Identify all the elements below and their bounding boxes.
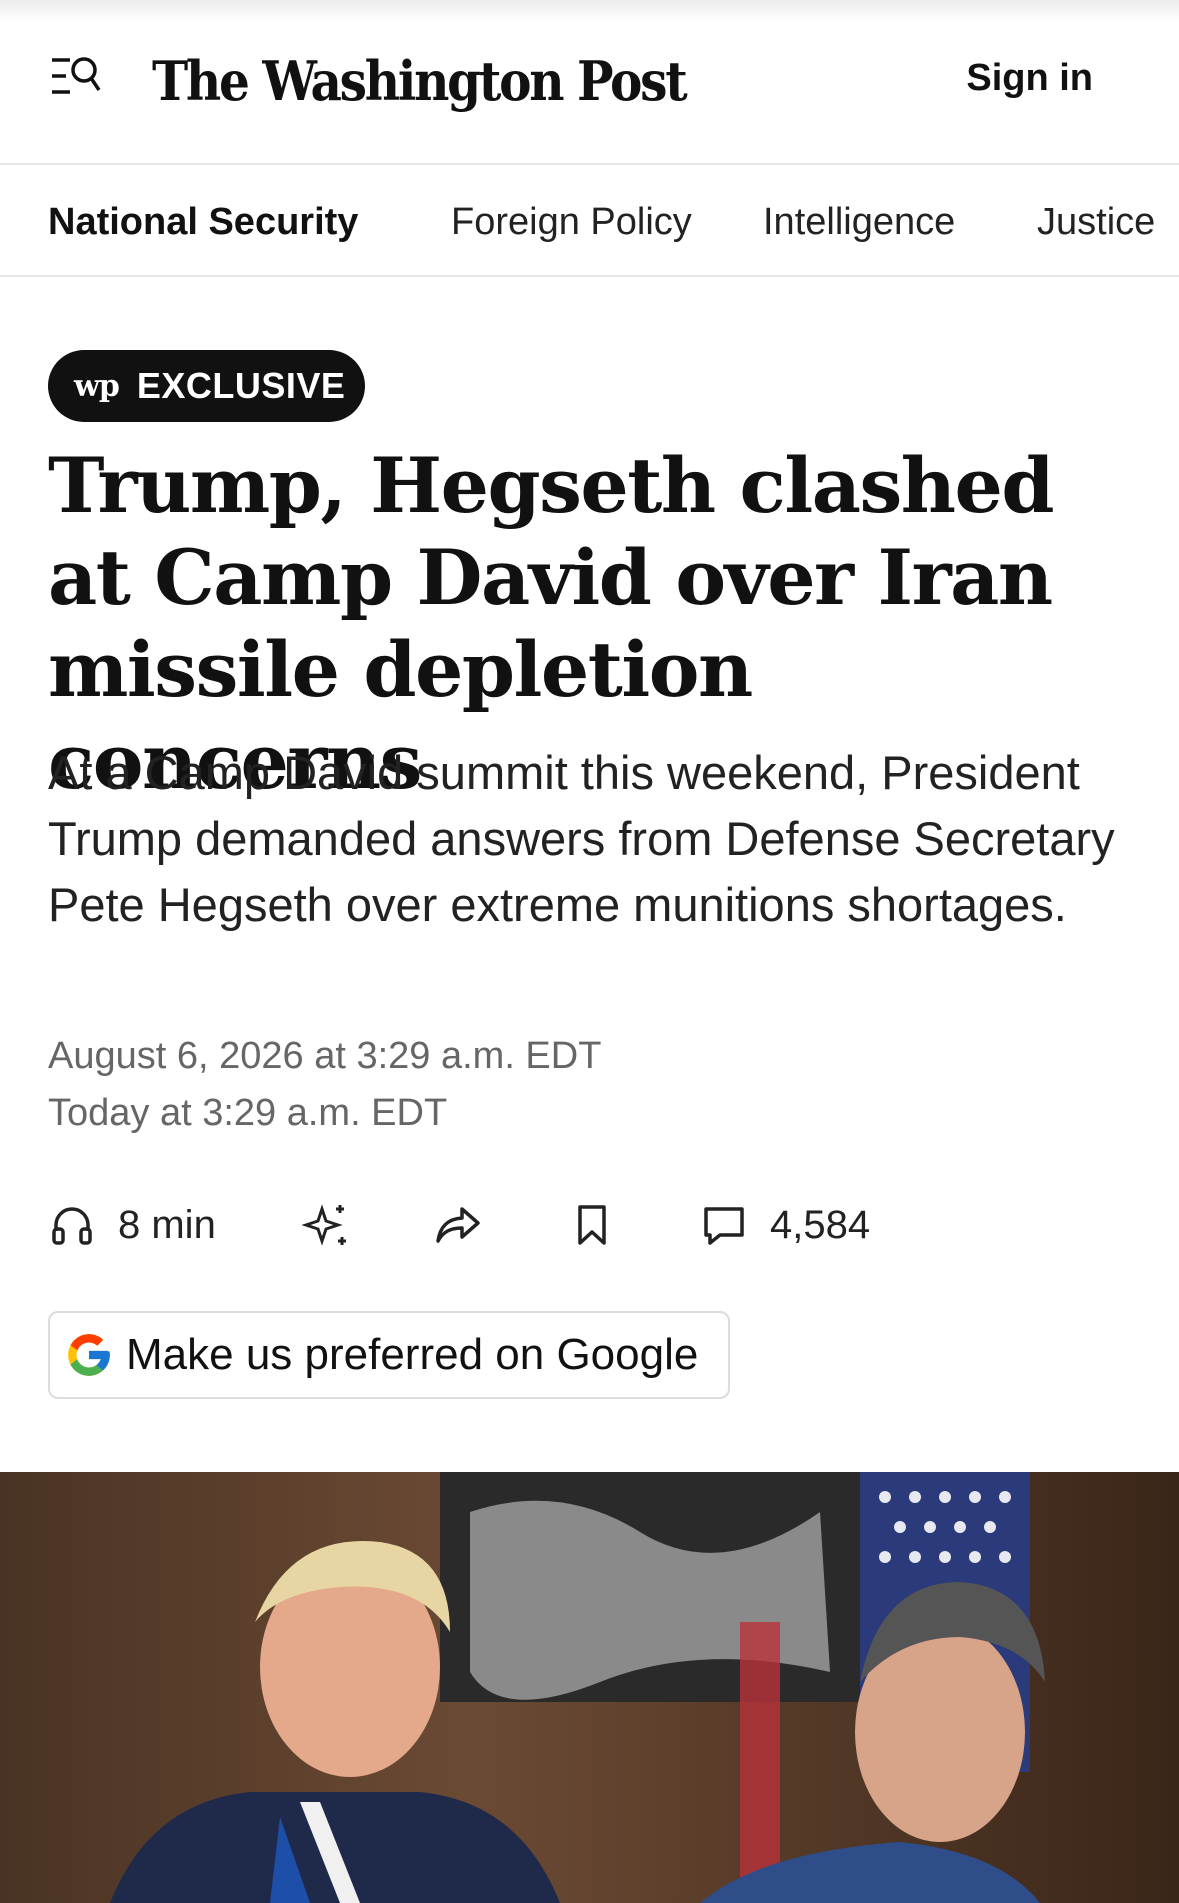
dateline: August 6, 2026 at 3:29 a.m. EDT Today at… xyxy=(48,1028,1048,1142)
comments-count: 4,584 xyxy=(770,1202,871,1247)
hero-photo xyxy=(0,1472,1179,1903)
ai-summary-button[interactable] xyxy=(302,1195,350,1255)
save-button[interactable] xyxy=(568,1195,616,1255)
sign-in-link[interactable]: Sign in xyxy=(966,55,1093,101)
listen-button[interactable]: 8 min xyxy=(48,1195,216,1255)
wp-logo-icon: wp xyxy=(74,368,120,404)
comments-button[interactable]: 4,584 xyxy=(700,1195,870,1255)
share-icon xyxy=(436,1207,480,1243)
listen-duration: 8 min xyxy=(118,1202,216,1247)
article-dek: At a Camp David summit this weekend, Pre… xyxy=(48,746,1115,931)
sparkle-icon xyxy=(302,1204,346,1246)
comment-icon xyxy=(704,1207,744,1245)
nav-item-foreign-policy[interactable]: Foreign Policy xyxy=(451,199,692,245)
google-g-icon xyxy=(68,1334,110,1376)
google-preferred-label: Make us preferred on Google xyxy=(126,1330,699,1379)
updated-date: Today at 3:29 a.m. EDT xyxy=(48,1092,448,1134)
menu-search-button[interactable] xyxy=(48,52,104,102)
article-page: The Washington Post Sign in National Sec… xyxy=(0,0,1179,1903)
section-nav: National Security Foreign Policy Intelli… xyxy=(0,167,1179,277)
article-actions: 8 min 4,584 xyxy=(0,1195,1179,1255)
top-bar: The Washington Post Sign in xyxy=(0,0,1179,165)
nav-item-intelligence[interactable]: Intelligence xyxy=(763,199,955,245)
masthead-logo[interactable]: The Washington Post xyxy=(152,36,688,126)
share-button[interactable] xyxy=(434,1195,482,1255)
bookmark-icon xyxy=(578,1205,606,1245)
nav-item-justice[interactable]: Justice xyxy=(1037,199,1155,245)
menu-search-icon xyxy=(52,57,101,94)
headphones-icon xyxy=(52,1207,92,1245)
exclusive-badge: wp EXCLUSIVE xyxy=(48,350,365,422)
published-date: August 6, 2026 at 3:29 a.m. EDT xyxy=(48,1035,602,1077)
google-preferred-button[interactable]: Make us preferred on Google xyxy=(48,1311,730,1399)
nav-item-national-security[interactable]: National Security xyxy=(48,199,358,245)
badge-label: EXCLUSIVE xyxy=(136,365,346,406)
hero-image[interactable] xyxy=(0,1472,1179,1903)
